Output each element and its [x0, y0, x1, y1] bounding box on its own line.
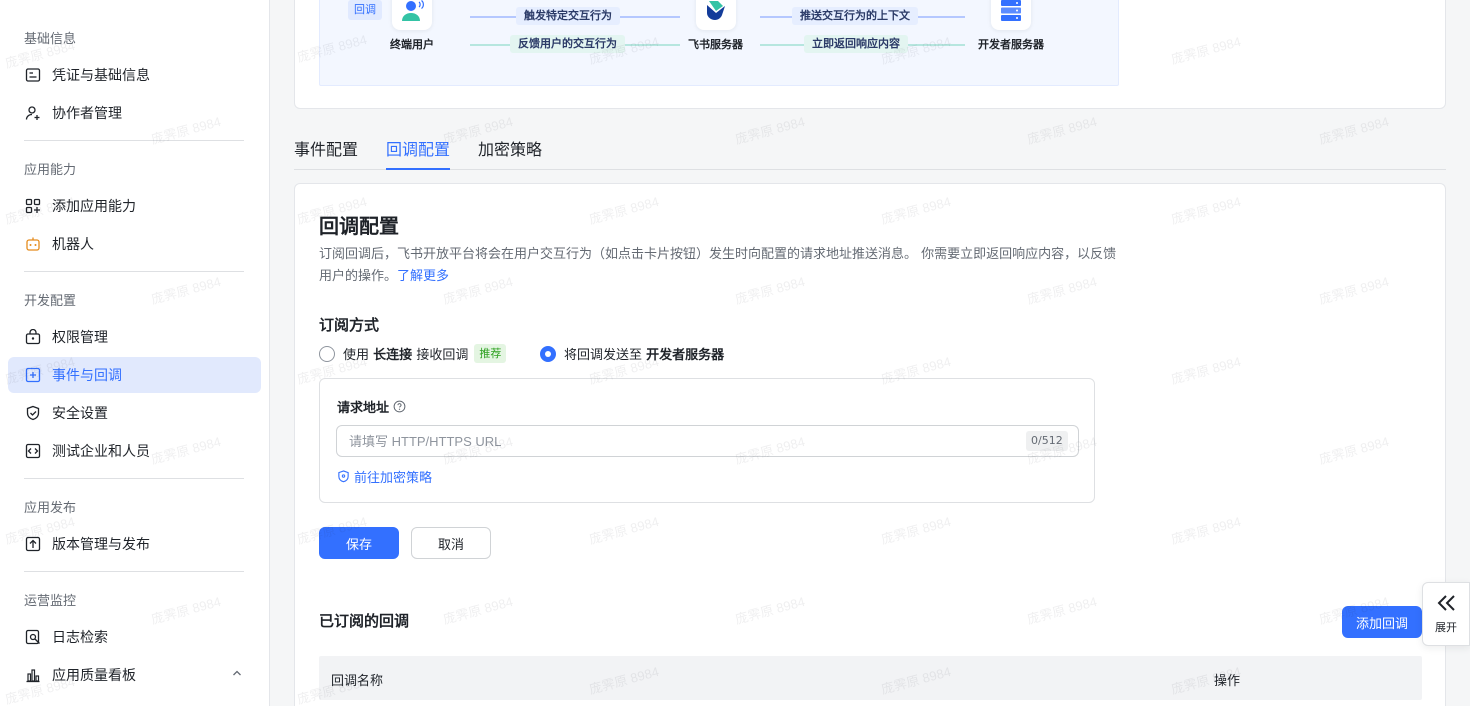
radio-label-suffix: 接收回调: [416, 348, 469, 363]
shield-icon: [337, 470, 350, 483]
sidebar-item-version-release[interactable]: 版本管理与发布: [8, 526, 261, 562]
radio-checked[interactable]: [540, 345, 556, 362]
sidebar-group-title: 应用发布: [24, 501, 77, 516]
radio-label-prefix: 将回调发送至: [564, 348, 643, 363]
sidebar-item-label: 应用质量看板: [52, 668, 136, 684]
sidebar-item-permissions[interactable]: 权限管理: [8, 319, 261, 355]
goto-encryption-link[interactable]: 前往加密策略: [337, 467, 432, 486]
radio-label-bold: 开发者服务器: [646, 348, 725, 363]
column-header-name: 回调名称: [331, 674, 384, 689]
sidebar-item-label: 版本管理与发布: [52, 537, 150, 553]
flow-arrow-feedback: 反馈用户的交互行为: [510, 35, 625, 53]
char-counter: 0/512: [1026, 431, 1068, 451]
help-icon[interactable]: [393, 400, 406, 413]
radio-send-to-dev-server[interactable]: 将回调发送至 开发者服务器: [540, 344, 724, 363]
request-url-input[interactable]: [336, 425, 1079, 457]
log-search-icon: [24, 628, 42, 646]
test-icon: [24, 442, 42, 460]
config-tabs: 事件配置 回调配置 加密策略: [294, 128, 1446, 170]
sidebar-item-quality-dashboard[interactable]: 应用质量看板: [8, 657, 261, 693]
apps-add-icon: [24, 197, 42, 215]
sidebar-divider: [24, 478, 244, 479]
robot-icon: [24, 235, 42, 253]
event-icon: [24, 366, 42, 384]
sidebar-item-robot[interactable]: 机器人: [8, 226, 261, 262]
double-chevron-left-icon: [1435, 593, 1457, 617]
expand-label: 展开: [1435, 621, 1457, 634]
callback-config-card: 回调配置 订阅回调后，飞书开放平台将会在用户交互行为（如点击卡片按钮）发生时向配…: [294, 183, 1446, 706]
request-url-panel: 请求地址 0/512 前往加密策略: [319, 378, 1095, 503]
sidebar-item-collaborators[interactable]: 协作者管理: [8, 95, 261, 131]
flow-node-user: 终端用户: [390, 0, 434, 52]
sidebar-item-label: 测试企业和人员: [52, 444, 150, 460]
column-header-action: 操作: [1214, 674, 1241, 689]
flow-tag: 回调: [348, 0, 382, 20]
callbacks-table-header: 回调名称 操作: [319, 656, 1422, 700]
sidebar-item-label: 协作者管理: [52, 106, 122, 122]
sidebar-group-title: 基础信息: [24, 32, 77, 47]
shield-icon: [24, 404, 42, 422]
callback-flow-diagram: 回调 终端用户 触发特定交互行为 反馈用户的交互行为 飞书服务器 推送交互行为的…: [319, 0, 1119, 86]
radio-unchecked[interactable]: [319, 345, 335, 362]
save-button[interactable]: 保存: [319, 527, 399, 559]
feishu-logo-icon: [695, 0, 736, 30]
sidebar-item-credentials[interactable]: 凭证与基础信息: [8, 57, 261, 93]
sidebar-item-label: 凭证与基础信息: [52, 68, 150, 84]
sidebar-item-label: 权限管理: [52, 330, 108, 346]
goto-encryption-label: 前往加密策略: [354, 471, 433, 486]
flow-arrow-respond: 立即返回响应内容: [804, 35, 908, 53]
upload-icon: [24, 535, 42, 553]
chart-icon: [24, 666, 42, 684]
expand-panel-button[interactable]: 展开: [1422, 582, 1470, 646]
sidebar-item-add-capability[interactable]: 添加应用能力: [8, 188, 261, 224]
sidebar-group-title: 开发配置: [24, 294, 77, 309]
user-add-icon: [24, 104, 42, 122]
flow-node-label: 飞书服务器: [688, 38, 743, 51]
sidebar-item-security[interactable]: 安全设置: [8, 395, 261, 431]
callback-flow-card: 回调 终端用户 触发特定交互行为 反馈用户的交互行为 飞书服务器 推送交互行为的…: [294, 0, 1446, 109]
sidebar-item-label: 日志检索: [52, 630, 108, 646]
sidebar-item-label: 安全设置: [52, 406, 108, 422]
sidebar-item-events-callbacks[interactable]: 事件与回调: [8, 357, 261, 393]
config-description: 订阅回调后，飞书开放平台将会在用户交互行为（如点击卡片按钮）发生时向配置的请求地…: [319, 244, 1119, 288]
radio-long-connection[interactable]: 使用 长连接 接收回调 推荐: [319, 344, 507, 363]
radio-label-prefix: 使用: [343, 348, 370, 363]
credential-icon: [24, 66, 42, 84]
request-url-label: 请求地址: [337, 397, 406, 416]
sidebar-item-log-search[interactable]: 日志检索: [8, 619, 261, 655]
learn-more-link[interactable]: 了解更多: [397, 269, 449, 284]
radio-label-bold: 长连接: [373, 348, 413, 363]
tab-callback-config[interactable]: 回调配置: [386, 136, 451, 170]
flow-node-dev-server: 开发者服务器: [978, 0, 1044, 52]
sidebar-divider: [24, 140, 244, 141]
chevron-up-icon[interactable]: [231, 667, 243, 683]
sidebar-item-label: 机器人: [52, 237, 94, 253]
end-user-icon: [392, 0, 432, 30]
permission-icon: [24, 328, 42, 346]
sidebar: 基础信息 凭证与基础信息 协作者管理 应用能力 添加应用能力 机器人 开发配置 …: [0, 0, 270, 706]
sidebar-item-test-tenants[interactable]: 测试企业和人员: [8, 433, 261, 469]
flow-arrow-trigger: 触发特定交互行为: [516, 7, 620, 25]
sidebar-item-label: 事件与回调: [52, 368, 122, 384]
subscribed-callbacks-title: 已订阅的回调: [319, 612, 410, 630]
flow-arrow-push: 推送交互行为的上下文: [792, 7, 918, 25]
sidebar-item-label: 添加应用能力: [52, 199, 136, 215]
cancel-button[interactable]: 取消: [411, 527, 491, 559]
subscribe-mode-title: 订阅方式: [319, 316, 380, 334]
flow-node-label: 终端用户: [390, 38, 434, 51]
request-url-label-text: 请求地址: [337, 401, 390, 416]
tab-encryption-policy[interactable]: 加密策略: [478, 136, 542, 170]
sidebar-group-title: 应用能力: [24, 163, 77, 178]
flow-node-feishu: 飞书服务器: [688, 0, 743, 52]
add-callback-button[interactable]: 添加回调: [1342, 606, 1422, 638]
page-title: 回调配置: [319, 214, 399, 238]
sidebar-group-title: 运营监控: [24, 594, 77, 609]
recommended-badge: 推荐: [474, 344, 507, 363]
sidebar-divider: [24, 571, 244, 572]
server-icon: [991, 0, 1031, 30]
sidebar-divider: [24, 271, 244, 272]
tab-event-config[interactable]: 事件配置: [294, 136, 358, 170]
flow-node-label: 开发者服务器: [978, 38, 1044, 51]
